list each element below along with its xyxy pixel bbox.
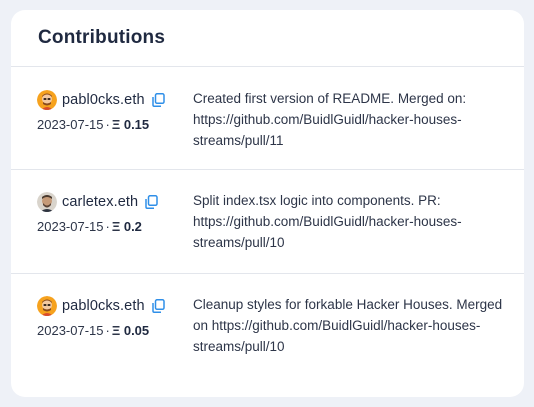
eth-icon: Ξ	[111, 323, 121, 338]
contributor-info: pabl0cks.eth 2023-07-15 · Ξ 0.05	[37, 295, 191, 396]
eth-icon: Ξ	[111, 219, 121, 234]
meta-separator: ·	[105, 323, 110, 338]
contributor-user: pabl0cks.eth	[37, 295, 191, 317]
contribution-meta: 2023-07-15 · Ξ 0.15	[37, 116, 191, 134]
copy-icon[interactable]	[151, 299, 165, 313]
copy-icon[interactable]	[145, 195, 158, 209]
contributor-user: carletex.eth	[37, 191, 191, 213]
contribution-date: 2023-07-15	[37, 219, 104, 234]
contribution-description: Cleanup styles for forkable Hacker House…	[193, 297, 503, 354]
contribution-row: carletex.eth 2023-07-15 · Ξ 0.2 Split inde…	[11, 170, 524, 274]
username-link[interactable]: carletex.eth	[62, 194, 138, 210]
contribution-description: Created first version of README. Merged …	[193, 91, 467, 148]
avatar[interactable]	[37, 296, 57, 316]
contributor-info: pabl0cks.eth 2023-07-15 · Ξ 0.15	[37, 89, 191, 169]
card-header: Contributions	[11, 10, 524, 67]
contributor-user: pabl0cks.eth	[37, 89, 191, 111]
contribution-amount: 0.2	[123, 219, 142, 234]
avatar[interactable]	[37, 90, 57, 110]
username-link[interactable]: pabl0cks.eth	[62, 92, 145, 108]
contribution-date: 2023-07-15	[37, 117, 104, 132]
contribution-row: pabl0cks.eth 2023-07-15 · Ξ 0.15 Created f…	[11, 67, 524, 170]
username-link[interactable]: pabl0cks.eth	[62, 298, 145, 314]
card-title: Contributions	[38, 27, 166, 48]
copy-icon[interactable]	[151, 93, 165, 107]
contributor-info: carletex.eth 2023-07-15 · Ξ 0.2	[37, 191, 191, 273]
contribution-meta: 2023-07-15 · Ξ 0.05	[37, 322, 191, 340]
contribution-amount: 0.15	[123, 117, 150, 132]
meta-separator: ·	[105, 117, 110, 132]
contribution-date: 2023-07-15	[37, 323, 104, 338]
avatar[interactable]	[37, 192, 57, 212]
meta-separator: ·	[105, 219, 110, 234]
contribution-description: Split index.tsx logic into components. P…	[193, 193, 462, 250]
contribution-amount: 0.05	[123, 323, 150, 338]
contribution-row: pabl0cks.eth 2023-07-15 · Ξ 0.05 Cleanup s…	[11, 274, 524, 396]
contributions-card: Contributions pabl0cks.eth 2023-07-15 · …	[11, 10, 524, 397]
eth-icon: Ξ	[111, 117, 121, 132]
contribution-meta: 2023-07-15 · Ξ 0.2	[37, 218, 191, 236]
